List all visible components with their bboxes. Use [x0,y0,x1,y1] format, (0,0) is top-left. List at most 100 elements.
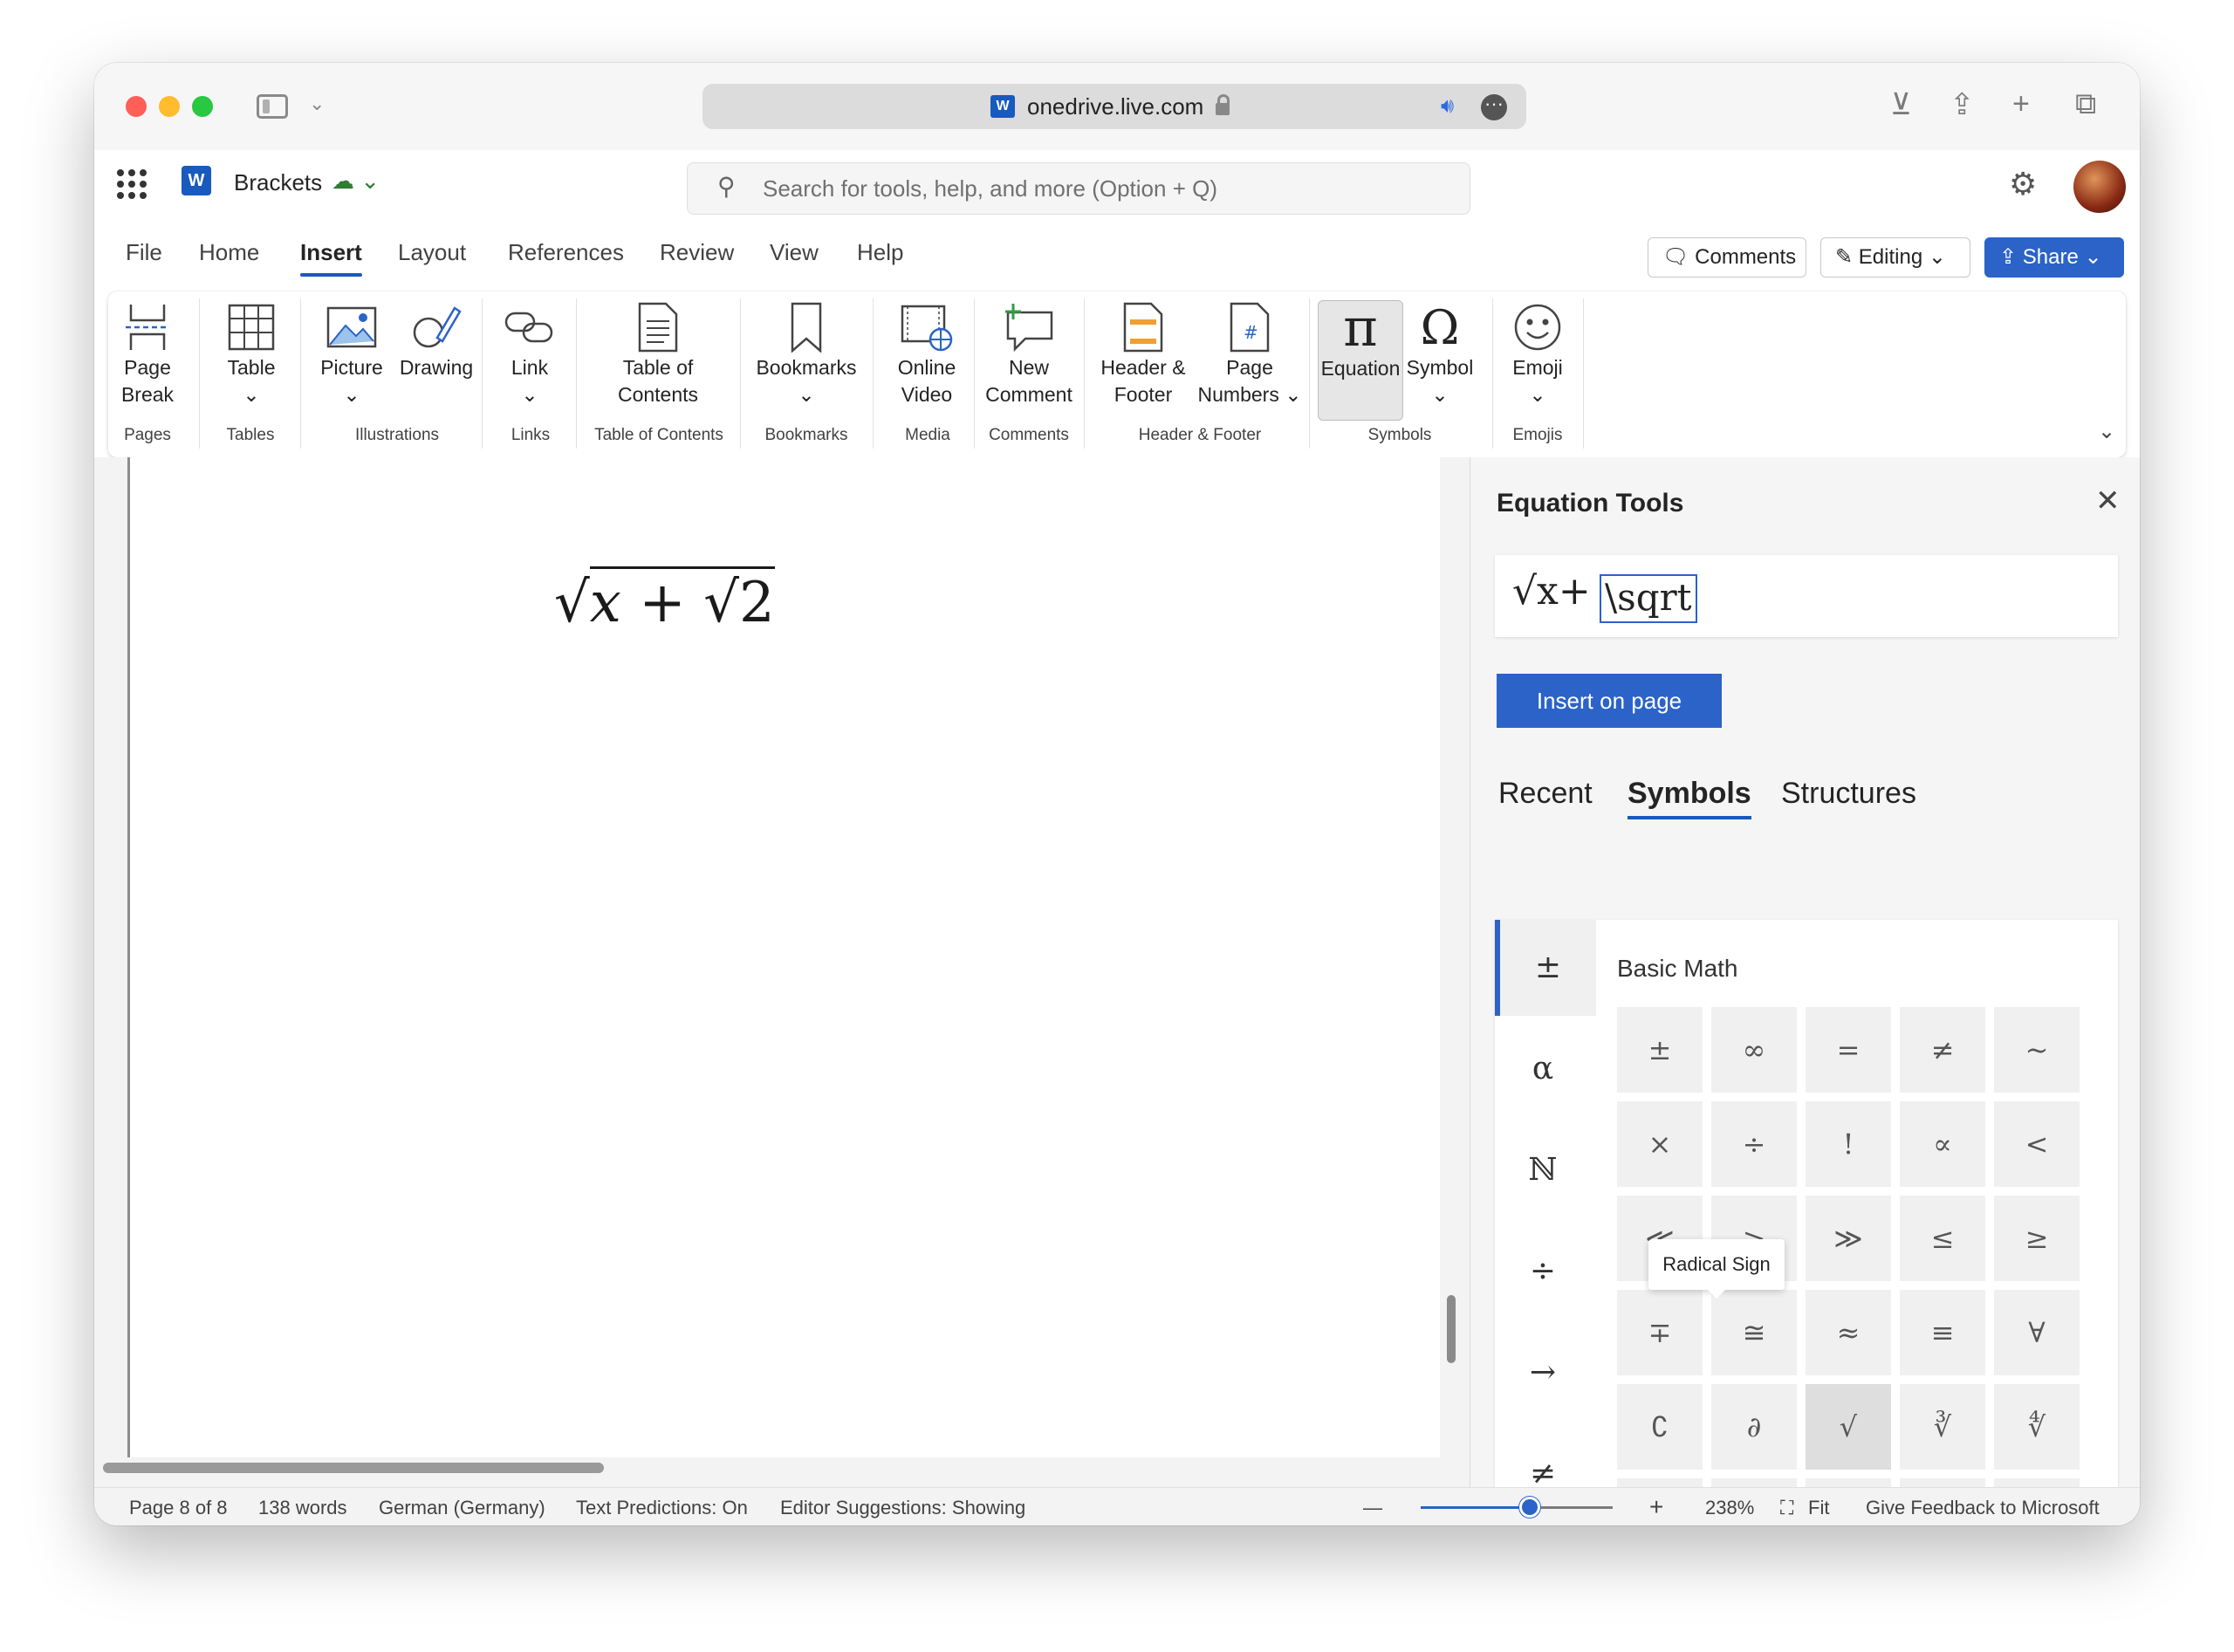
symbol-cell[interactable]: ~ [1994,1007,2080,1093]
symbol-cell[interactable]: ∪ [1617,1478,1703,1487]
symbol-cell[interactable]: ≠ [1900,1007,1985,1093]
editor-suggestions[interactable]: Editor Suggestions: Showing [780,1497,1025,1519]
sidebar-toggle-icon[interactable] [257,94,288,119]
tab-home[interactable]: Home [199,239,259,266]
symbol-cell[interactable]: ≫ [1806,1196,1891,1281]
minimize-window-button[interactable] [159,96,180,117]
symbol-cell[interactable]: ∂ [1711,1384,1797,1470]
category-greek[interactable]: α [1495,1021,1591,1117]
zoom-slider-handle[interactable] [1519,1497,1541,1518]
tab-recent[interactable]: Recent [1498,777,1593,811]
saved-status-icon[interactable]: ☁︎ ⌄ [332,168,380,195]
equation-input-command[interactable]: \sqrt [1600,574,1697,623]
symbol-cell[interactable]: ÷ [1711,1101,1797,1187]
zoom-slider[interactable] [1421,1506,1613,1509]
tab-overview-icon[interactable]: ⧉ [2075,87,2096,121]
equation-button[interactable]: π Equation [1318,300,1403,421]
symbol-button[interactable]: Ω Symbol ⌄ [1405,300,1475,408]
symbol-cell[interactable]: ∓ [1617,1290,1703,1375]
category-operators[interactable]: ÷ [1495,1224,1591,1320]
gear-icon[interactable]: ⚙ [2009,166,2037,202]
symbol-cell[interactable]: ∜ [1994,1384,2080,1470]
tab-symbols[interactable]: Symbols [1628,777,1751,819]
symbol-cell[interactable]: ∩ [1711,1478,1797,1487]
speaker-icon[interactable]: 🔊︎ [1441,94,1454,119]
category-basic-math[interactable]: ± [1495,920,1596,1016]
new-tab-icon[interactable]: + [2012,87,2030,121]
equation[interactable]: √x + √2 [554,566,775,635]
tab-structures[interactable]: Structures [1781,777,1916,811]
header-footer-button[interactable]: Header & Footer [1094,300,1192,408]
symbol-cell[interactable]: ∝ [1900,1101,1985,1187]
picture-button[interactable]: Picture ⌄ [314,300,389,408]
symbol-cell[interactable]: ∅ [1806,1478,1891,1487]
download-icon[interactable]: ⊻ [1890,87,1912,122]
document-name[interactable]: Brackets [234,169,322,196]
emoji-button[interactable]: Emoji ⌄ [1503,300,1573,408]
drawing-button[interactable]: Drawing [396,300,476,381]
zoom-out-button[interactable]: — [1363,1497,1382,1519]
tab-help[interactable]: Help [857,239,903,266]
app-launcher-icon[interactable] [117,169,147,199]
more-icon[interactable]: ··· [1481,94,1507,120]
page-count[interactable]: Page 8 of 8 [129,1497,228,1519]
share-button[interactable]: ⇪ Share ⌄ [1984,237,2124,278]
symbol-cell[interactable]: = [1806,1007,1891,1093]
avatar[interactable] [2073,161,2126,213]
close-icon[interactable]: ✕ [2095,483,2121,518]
equation-input[interactable]: √x+ \sqrt [1495,555,2118,637]
symbol-cell[interactable]: ∀ [1994,1290,2080,1375]
online-video-button[interactable]: Online Video [885,300,969,408]
symbol-cell[interactable]: ∞ [1711,1007,1797,1093]
new-comment-button[interactable]: New Comment [983,300,1075,408]
tab-view[interactable]: View [770,239,819,266]
symbol-cell[interactable]: ± [1617,1007,1703,1093]
tab-insert[interactable]: Insert [300,239,362,277]
category-negated-relations[interactable]: ≠ [1495,1426,1591,1487]
comments-button[interactable]: 🗨︎ Comments [1648,237,1806,278]
address-bar[interactable]: W onedrive.live.com 🔊︎ ··· [702,84,1526,129]
symbol-cell[interactable]: ≥ [1994,1196,2080,1281]
zoom-in-button[interactable]: + [1649,1493,1663,1521]
bookmarks-button[interactable]: Bookmarks ⌄ [754,300,859,408]
tab-references[interactable]: References [508,239,624,266]
symbol-cell[interactable]: ≈ [1806,1290,1891,1375]
table-button[interactable]: Table ⌄ [218,300,284,408]
language[interactable]: German (Germany) [379,1497,545,1519]
insert-on-page-button[interactable]: Insert on page [1497,674,1722,728]
table-of-contents-button[interactable]: Table of Contents [586,300,730,408]
symbol-cell[interactable]: % [1900,1478,1985,1487]
symbol-cell[interactable]: ≤ [1900,1196,1985,1281]
text-predictions[interactable]: Text Predictions: On [576,1497,748,1519]
symbol-cell[interactable]: × [1617,1101,1703,1187]
fit-icon[interactable]: ⛶ [1780,1497,1793,1519]
share-icon[interactable]: ⇪ [1950,87,1975,122]
symbol-cell[interactable]: √ [1806,1384,1891,1470]
symbol-cell[interactable]: ∁ [1617,1384,1703,1470]
editing-button[interactable]: ✎ Editing ⌄ [1820,237,1970,278]
chevron-down-icon[interactable]: ⌄ [309,93,325,115]
symbol-cell[interactable]: < [1994,1101,2080,1187]
symbol-cell[interactable]: ≅ [1711,1290,1797,1375]
symbol-cell[interactable]: ° [1994,1478,2080,1487]
word-count[interactable]: 138 words [258,1497,347,1519]
zoom-window-button[interactable] [192,96,213,117]
tab-layout[interactable]: Layout [398,239,466,266]
document-page[interactable]: √x + √2 [127,457,1440,1457]
tab-file[interactable]: File [126,239,162,266]
horizontal-scrollbar[interactable] [103,1463,604,1473]
close-window-button[interactable] [126,96,147,117]
tab-review[interactable]: Review [660,239,734,266]
category-arrows[interactable]: → [1495,1325,1591,1421]
symbol-cell[interactable]: ∛ [1900,1384,1985,1470]
search-box[interactable]: ⚲ Search for tools, help, and more (Opti… [687,162,1470,215]
feedback-link[interactable]: Give Feedback to Microsoft [1866,1497,2100,1519]
zoom-level[interactable]: 238% [1705,1497,1754,1519]
symbol-cell[interactable]: ! [1806,1101,1891,1187]
fit-button[interactable]: Fit [1808,1497,1829,1519]
link-button[interactable]: Link ⌄ [499,300,560,408]
page-numbers-button[interactable]: # Page Numbers ⌄ [1196,300,1304,408]
category-letterlike[interactable]: ℕ [1495,1122,1591,1218]
symbol-cell[interactable]: ≡ [1900,1290,1985,1375]
page-break-button[interactable]: Page Break [117,300,178,408]
